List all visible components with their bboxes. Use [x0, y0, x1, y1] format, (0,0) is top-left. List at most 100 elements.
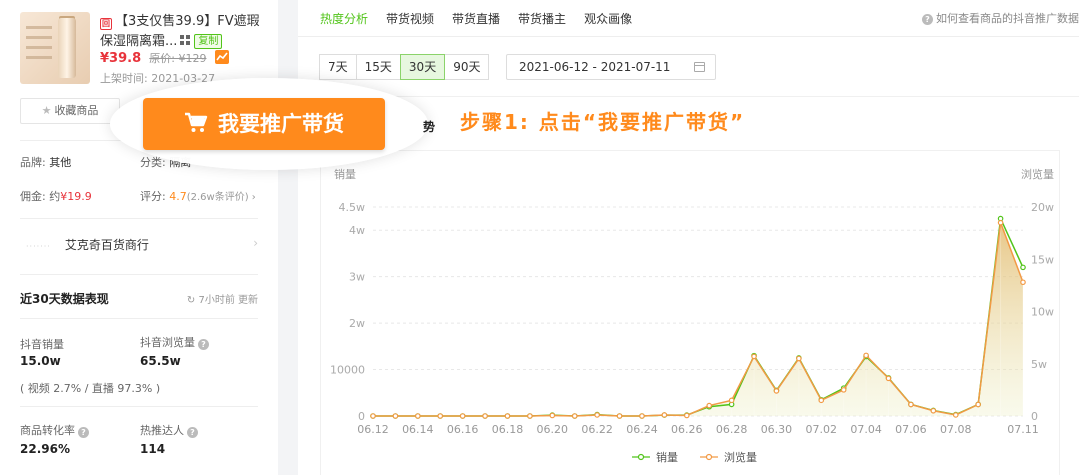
influencer-label: 热推达人? — [140, 422, 198, 438]
series-point — [370, 413, 376, 419]
legend-label: 销量 — [656, 450, 678, 464]
x-tick-label: 06.12 — [357, 423, 389, 436]
x-tick-label: 07.04 — [850, 423, 882, 436]
y-left-tick-label: 10000 — [330, 364, 365, 377]
series-point — [1020, 279, 1026, 286]
conversion-value: 22.96% — [20, 442, 70, 456]
x-tick-label: 06.26 — [671, 423, 703, 436]
views-value: 65.5w — [140, 354, 181, 368]
x-tick-label: 06.22 — [581, 423, 613, 436]
series-point — [751, 353, 757, 360]
brand-field: 品牌: 其他 — [20, 156, 72, 169]
y-right-axis-title: 浏览量 — [1021, 167, 1054, 181]
series-point — [594, 412, 600, 418]
series-point — [773, 388, 780, 394]
help-icon[interactable]: ? — [198, 339, 209, 350]
y-right-tick-label: 5w — [1031, 358, 1047, 371]
x-tick-label: 07.11 — [1007, 423, 1039, 436]
divider — [20, 218, 258, 219]
x-tick-label: 06.20 — [537, 423, 569, 436]
series-point — [437, 413, 444, 419]
y-right-tick-label: 0 — [1031, 410, 1038, 423]
star-icon: ★ — [41, 104, 52, 117]
favorite-button[interactable]: ★ 收藏商品 — [20, 98, 120, 124]
series-point — [952, 412, 959, 418]
x-tick-label: 07.08 — [940, 423, 972, 436]
rating-field[interactable]: 评分: 4.7(2.6w条评价) › — [140, 188, 256, 204]
copy-button[interactable]: 复制 — [194, 34, 223, 49]
views-label: 抖音浏览量? — [140, 334, 209, 350]
range-option-2[interactable]: 30天 — [399, 54, 446, 80]
x-tick-label: 06.30 — [761, 423, 793, 436]
series-point — [885, 375, 892, 382]
series-point — [930, 407, 937, 414]
step-annotation: 步骤1: 点击“我要推广带货” — [460, 110, 746, 134]
section-title-tail: 势 — [423, 120, 436, 134]
series-point — [504, 413, 511, 419]
commission-field: 佣金: 约¥19.9 — [20, 190, 92, 203]
series-point — [975, 401, 981, 408]
series-point — [840, 387, 847, 393]
promote-button[interactable]: 我要推广带货 — [143, 98, 385, 150]
divider — [20, 406, 258, 407]
shop-link[interactable]: ······· 艾克奇百货商行 › — [20, 236, 258, 253]
y-right-tick-label: 15w — [1031, 253, 1054, 266]
product-title[interactable]: 回【3支仅售39.9】FV遮瑕 保湿隔离霜... 复制 — [100, 12, 260, 52]
legend-label: 浏览量 — [724, 450, 757, 464]
series-point — [728, 397, 735, 404]
series-point — [616, 413, 623, 419]
series-point — [392, 413, 399, 419]
series-point — [482, 413, 488, 419]
help-icon[interactable]: ? — [78, 427, 89, 438]
y-left-tick-label: 2w — [349, 317, 365, 330]
series-point — [818, 397, 825, 404]
y-left-axis-title: 销量 — [334, 167, 356, 181]
x-tick-label: 07.02 — [806, 423, 838, 436]
series-point — [908, 401, 914, 408]
series-point — [1020, 264, 1026, 271]
price-row: ¥39.8 原价: ¥129 — [100, 50, 229, 66]
source-ratio: ( 视频 2.7% / 直播 97.3% ) — [20, 382, 161, 395]
series-line-1 — [373, 222, 1024, 417]
series-point — [639, 413, 645, 419]
series-point — [415, 413, 421, 419]
series-point — [459, 413, 466, 419]
sales-value: 15.0w — [20, 354, 61, 368]
series-point — [549, 412, 556, 419]
legend-marker — [705, 453, 713, 461]
y-left-tick-label: 0 — [358, 410, 365, 423]
x-tick-label: 06.28 — [716, 423, 748, 436]
series-point — [796, 355, 802, 362]
product-thumbnail[interactable] — [20, 12, 90, 84]
price-trend-icon[interactable] — [214, 50, 229, 64]
x-tick-label: 06.16 — [447, 423, 479, 436]
views-area — [373, 222, 1023, 416]
series-point — [706, 402, 713, 409]
series-point — [527, 413, 533, 419]
series-point — [683, 412, 690, 419]
y-right-tick-label: 20w — [1031, 201, 1054, 214]
help-icon[interactable]: ? — [187, 427, 198, 438]
y-right-tick-label: 10w — [1031, 306, 1054, 319]
cart-icon — [184, 101, 208, 153]
update-refresh[interactable]: ↻ 7小时前 更新 — [187, 291, 258, 306]
qr-grid-icon[interactable] — [180, 35, 192, 46]
y-left-tick-label: 4.5w — [339, 201, 366, 214]
x-tick-label: 06.18 — [492, 423, 524, 436]
influencer-value: 114 — [140, 442, 166, 456]
stats-title: 近30天数据表现 — [20, 292, 109, 306]
shop-logo-icon: ······· — [26, 242, 51, 251]
series-point — [863, 352, 869, 359]
chevron-right-icon: › — [253, 236, 258, 250]
divider — [20, 274, 258, 275]
analysis-panel: 热度分析 带货视频 带货直播 带货播主 观众画像 ? 如何查看商品的抖音推广数据 7天 15… — [298, 0, 1079, 475]
legend-marker — [637, 453, 645, 461]
price: ¥39.8 — [100, 51, 142, 66]
x-tick-label: 07.06 — [895, 423, 927, 436]
refresh-icon: ↻ — [186, 295, 196, 306]
x-tick-label: 06.14 — [402, 423, 434, 436]
series-point — [997, 219, 1004, 226]
series-line-0 — [373, 215, 1024, 417]
original-price: 原价: ¥129 — [149, 52, 207, 65]
page-root: 回【3支仅售39.9】FV遮瑕 保湿隔离霜... 复制 ¥39.8 原价: ¥12… — [0, 0, 1079, 475]
